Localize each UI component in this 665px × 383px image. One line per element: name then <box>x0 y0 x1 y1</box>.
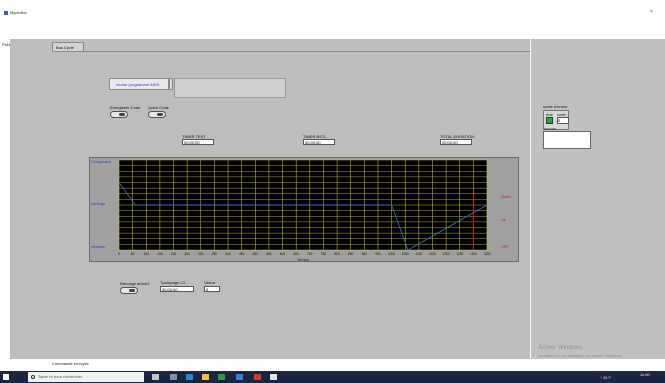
tab-bus-cycle[interactable]: Bus Cycle <box>52 42 84 51</box>
x-tick-label: 1200 <box>443 252 450 256</box>
x-tick-label: 550 <box>266 252 272 256</box>
error-status-check-icon <box>546 117 553 124</box>
taskbar-app-icon[interactable] <box>236 374 243 380</box>
left-state-label: Mesures <box>91 245 105 249</box>
taskbar-app-icon[interactable] <box>170 374 177 380</box>
system-tray[interactable]: ^ 36 F <box>600 375 611 380</box>
enregistrer-label: Enregistrer Code <box>110 105 141 110</box>
series-point <box>486 204 488 206</box>
x-tick-label: 600 <box>280 252 286 256</box>
x-tick-label: 800 <box>334 252 340 256</box>
status-text: Commande envoyée <box>52 361 89 366</box>
x-tick-label: 500 <box>253 252 259 256</box>
x-tick-label: 1350 <box>483 252 490 256</box>
reset-toggle[interactable] <box>120 287 138 294</box>
taskbar-clock: 11:00 <box>640 372 650 377</box>
search-icon <box>31 375 35 379</box>
x-tick-label: 850 <box>348 252 354 256</box>
x-tick-label: 250 <box>184 252 190 256</box>
error-cluster-title: sortie d'erreur <box>543 104 568 109</box>
status-bar <box>0 359 665 371</box>
app-icon <box>4 11 8 15</box>
tempo-label: Tpompage C2 <box>160 280 186 285</box>
total-duration-field: 00:00:00 <box>440 139 472 145</box>
x-tick-label: 300 <box>198 252 204 256</box>
program-dropdown-arrow-icon[interactable] <box>169 78 173 90</box>
enregistrer-toggle[interactable] <box>110 111 128 118</box>
x-tick-label: 1050 <box>402 252 409 256</box>
x-tick-label: 1250 <box>456 252 463 256</box>
left-state-label: Sanitage <box>91 202 105 206</box>
reset-label: Rencage arrivé2 <box>120 281 150 286</box>
x-tick-label: 1000 <box>388 252 395 256</box>
x-tick-label: 450 <box>239 252 245 256</box>
windows-start-icon[interactable] <box>3 374 9 380</box>
file-explorer-icon[interactable] <box>202 374 209 380</box>
x-tick-label: 900 <box>362 252 368 256</box>
program-value-field[interactable] <box>174 78 286 98</box>
x-tick-label: 950 <box>375 252 381 256</box>
tempo-field: 00:00:00 <box>160 286 194 292</box>
valeur-label: Valeur <box>204 280 216 285</box>
x-tick-label: 1100 <box>415 252 422 256</box>
program-selector[interactable]: choisir programme ASHI <box>109 78 169 90</box>
toolbar <box>0 28 665 63</box>
series-point <box>407 249 409 251</box>
x-tick-label: 400 <box>225 252 231 256</box>
status-chart: 0 50 100 150 200 250 300 350 400 450 500 550 600 650 7… <box>91 159 511 262</box>
right-state-label: OFF <box>501 245 509 249</box>
activation-watermark-title: Activer Windows <box>538 345 583 351</box>
timer-test-field: 00:00:00 <box>182 139 214 145</box>
x-tick-label: 1300 <box>470 252 477 256</box>
x-tick-label: 0 <box>118 252 120 256</box>
title-bar <box>0 0 665 20</box>
tab-divider <box>52 51 530 52</box>
valeur-field[interactable]: 0 <box>204 286 220 292</box>
close-icon[interactable]: × <box>650 9 653 15</box>
activation-watermark-text: Accédez aux paramètres pour activer Wind… <box>538 353 623 358</box>
window-title: Myoinflux <box>10 10 27 15</box>
right-state-label: Stable <box>501 195 511 199</box>
x-tick-label: 700 <box>307 252 313 256</box>
edge-icon[interactable] <box>186 374 193 380</box>
series-point <box>134 204 136 206</box>
quick-code-label: Quick Code <box>148 105 169 110</box>
series-point <box>391 204 393 206</box>
x-tick-label: 100 <box>144 252 150 256</box>
x-tick-label: 200 <box>171 252 177 256</box>
x-tick-label: 150 <box>157 252 163 256</box>
x-tick-label: 1150 <box>429 252 436 256</box>
x-tick-label: 350 <box>212 252 218 256</box>
left-state-label: Chargement <box>91 160 111 164</box>
menu-bar: Fichier Edition Exécution Outils Fenêtre… <box>0 20 665 47</box>
right-state-label: OK <box>501 218 507 222</box>
task-view-icon[interactable] <box>152 374 159 380</box>
series-point <box>151 204 153 206</box>
taskbar-app-icon[interactable] <box>218 374 225 380</box>
x-tick-label: 650 <box>294 252 300 256</box>
error-code-field: 0 <box>557 117 569 124</box>
right-panel <box>531 39 665 369</box>
series-point <box>118 182 120 183</box>
quick-code-toggle[interactable] <box>148 111 166 118</box>
x-axis-label: Temps <box>297 257 309 262</box>
taskbar-search-input[interactable]: Taper ici pour rechercher <box>28 372 144 382</box>
timer-bstl-field: 00:00:00 <box>303 139 335 145</box>
labview-app-icon[interactable] <box>270 374 277 380</box>
x-tick-label: 750 <box>321 252 327 256</box>
x-tick-label: 50 <box>131 252 135 256</box>
taskbar-app-icon[interactable] <box>254 374 261 380</box>
error-source-field[interactable] <box>543 131 591 149</box>
